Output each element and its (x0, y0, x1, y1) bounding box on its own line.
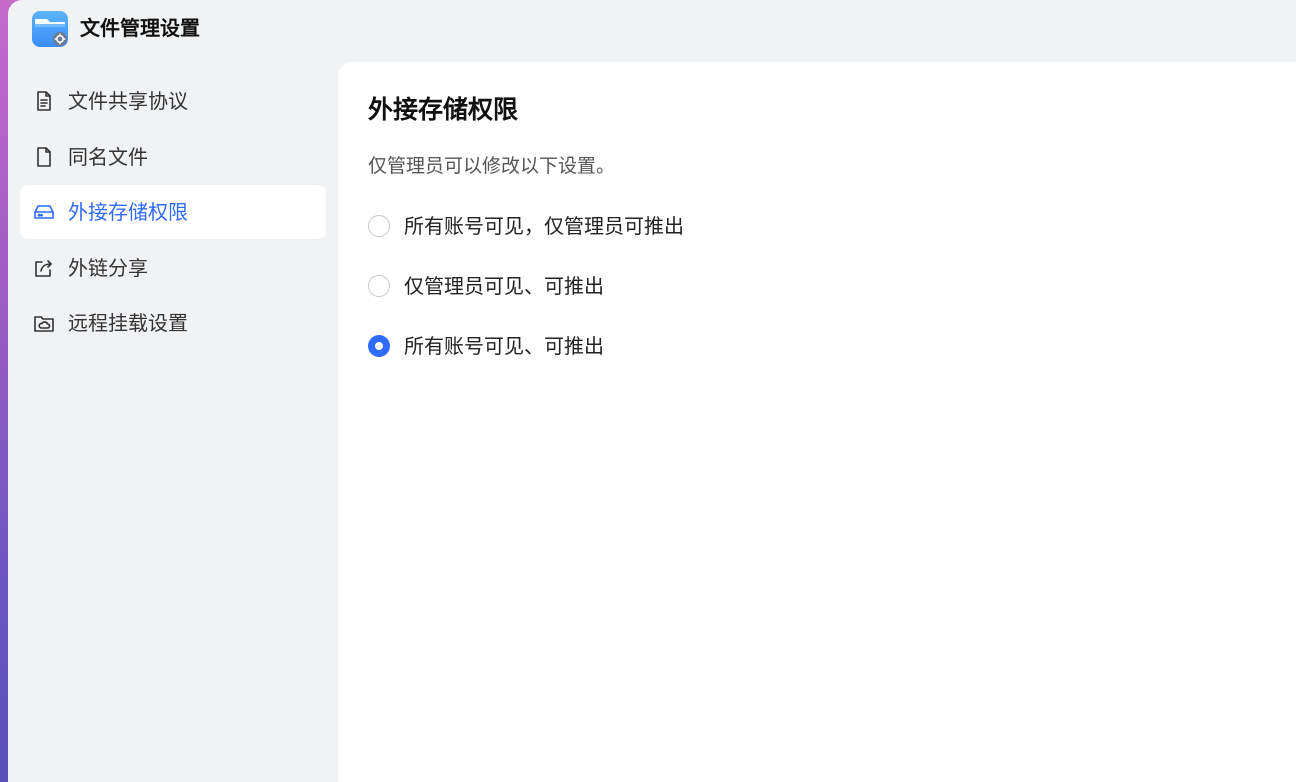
settings-panel: 外接存储权限 仅管理员可以修改以下设置。 所有账号可见，仅管理员可推出 仅管理员… (338, 62, 1296, 782)
radio-option-admin-only[interactable]: 仅管理员可见、可推出 (368, 272, 604, 300)
sidebar-item-label: 同名文件 (68, 144, 148, 169)
radio-label: 所有账号可见、可推出 (404, 334, 604, 358)
radio-option-all-visible-admin-eject[interactable]: 所有账号可见，仅管理员可推出 (368, 212, 684, 240)
app-title: 文件管理设置 (80, 16, 200, 40)
cloud-folder-icon (34, 316, 54, 332)
sidebar-item-file-sharing-protocol[interactable]: 文件共享协议 (20, 74, 326, 128)
permission-note: 仅管理员可以修改以下设置。 (368, 155, 616, 177)
page-title: 外接存储权限 (368, 95, 519, 124)
sidebar-item-link-sharing[interactable]: 外链分享 (20, 241, 326, 295)
sidebar-item-label: 文件共享协议 (68, 89, 188, 113)
external-drive-icon (34, 205, 54, 219)
sidebar-item-external-storage[interactable]: 外接存储权限 (20, 185, 326, 239)
title-bar: 文件管理设置 (8, 0, 1296, 58)
file-manager-app-icon (32, 11, 68, 47)
radio-button-selected[interactable] (368, 335, 390, 357)
radio-button[interactable] (368, 275, 390, 297)
radio-option-all-visible-all-eject[interactable]: 所有账号可见、可推出 (368, 332, 604, 360)
file-icon (37, 146, 51, 167)
radio-label: 仅管理员可见、可推出 (404, 274, 604, 298)
radio-button[interactable] (368, 215, 390, 237)
sidebar-item-duplicate-files[interactable]: 同名文件 (20, 130, 326, 184)
sidebar-item-label: 外接存储权限 (68, 200, 188, 224)
sidebar-item-label: 外链分享 (68, 255, 148, 280)
document-icon (37, 91, 51, 111)
share-icon (35, 259, 52, 277)
sidebar: 文件共享协议 同名文件 外接存储权限 外链分享 远程挂载设置 (20, 74, 326, 352)
radio-label: 所有账号可见，仅管理员可推出 (404, 214, 684, 238)
settings-window: 文件管理设置 文件共享协议 同名文件 外接存储权限 外链分享 远程挂载设置 外接… (8, 0, 1296, 782)
sidebar-item-label: 远程挂载设置 (68, 311, 188, 335)
sidebar-item-remote-mount[interactable]: 远程挂载设置 (20, 296, 326, 350)
